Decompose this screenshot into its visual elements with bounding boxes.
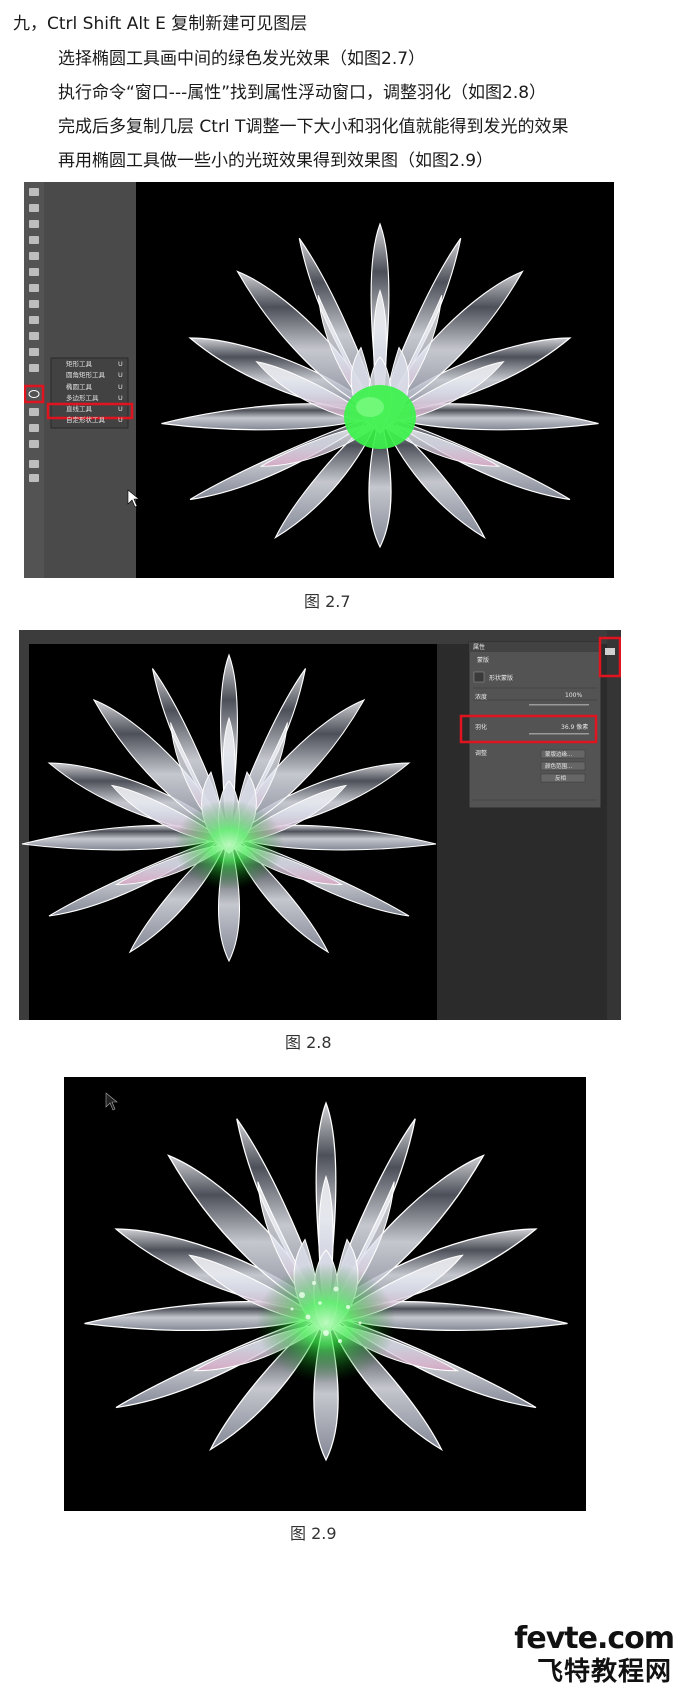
figure-caption: 图 2.7 (304, 592, 351, 611)
invert-button[interactable]: 反相 (555, 774, 566, 782)
shortcut-label: U (118, 405, 123, 414)
step-heading: 九，Ctrl Shift Alt E 复制新建可见图层 (13, 14, 308, 34)
flyout-item-line[interactable]: 直线工具 (66, 404, 126, 415)
figure-caption: 图 2.8 (285, 1033, 332, 1052)
watermark-name: 飞特教程网 (536, 1657, 672, 1687)
flyout-item-polygon[interactable]: 多边形工具 (66, 393, 126, 404)
instruction-line: 完成后多复制几层 Ctrl T调整一下大小和羽化值就能得到发光的效果 (58, 117, 569, 137)
shortcut-label: U (118, 360, 123, 368)
mask-item-label: 形状蒙版 (489, 675, 514, 682)
instruction-line: 选择椭圆工具画中间的绿色发光效果（如图2.7） (58, 49, 426, 69)
density-value[interactable]: 100% (565, 692, 582, 699)
shortcut-label: U (118, 393, 123, 402)
density-label: 浓度 (475, 694, 488, 701)
properties-subtitle: 蒙版 (477, 657, 490, 664)
feather-label: 羽化 (475, 724, 488, 731)
shortcut-label: U (118, 382, 123, 391)
feather-value[interactable]: 36.9 像素 (561, 722, 588, 731)
flyout-item-rounded-rectangle[interactable]: 圆角矩形工具 (66, 370, 126, 381)
instruction-line: 执行命令“窗口---属性”找到属性浮动窗口，调整羽化（如图2.8） (58, 83, 547, 103)
figure-caption: 图 2.9 (290, 1524, 337, 1543)
figure-2-9 (64, 1077, 586, 1511)
shortcut-label: U (118, 416, 123, 425)
figure-2-8: 属性 蒙版 形状蒙版 浓度 100% 羽化 36.9 像素 调整 蒙版边缘...… (19, 630, 621, 1020)
flyout-item-rectangle[interactable]: 矩形工具 (66, 359, 126, 370)
properties-tab[interactable]: 属性 (473, 642, 485, 651)
mask-edge-button[interactable]: 蒙版边缘... (545, 750, 572, 758)
color-range-button[interactable]: 颜色范围... (545, 762, 572, 770)
shortcut-label: U (118, 371, 123, 380)
flyout-item-custom-shape[interactable]: 自定形状工具 (66, 415, 126, 426)
adjust-label: 调整 (475, 750, 488, 757)
flyout-item-ellipse[interactable]: 椭圆工具 (66, 382, 126, 393)
instruction-line: 再用椭圆工具做一些小的光斑效果得到效果图（如图2.9） (58, 151, 494, 171)
figure-2-7: 矩形工具 圆角矩形工具 椭圆工具 多边形工具 直线工具 自定形状工具 U U U… (24, 182, 614, 578)
